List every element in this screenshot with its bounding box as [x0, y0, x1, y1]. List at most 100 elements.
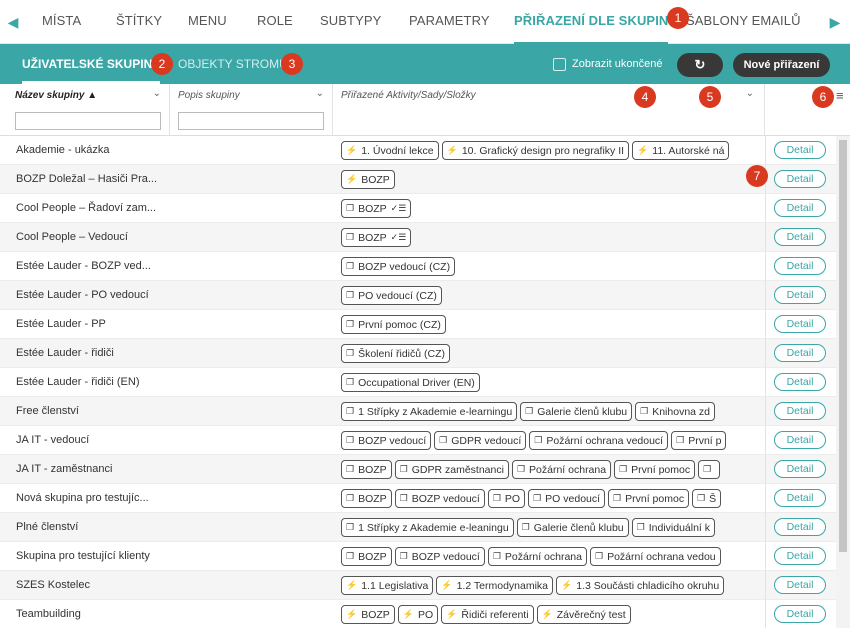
table-row[interactable]: Estée Lauder - PP ❐ První pomoc (CZ) Detail — [0, 310, 836, 339]
assignment-tag[interactable]: ⚡ Řidiči referenti — [441, 605, 534, 624]
detail-button[interactable]: Detail — [774, 257, 826, 275]
refresh-button[interactable]: ↻ — [677, 53, 723, 77]
table-row[interactable]: Plné členství ❐ 1 Střípky z Akademie e-lea… — [0, 513, 836, 542]
column-header-description[interactable]: Popis skupiny ⌄ — [170, 84, 333, 136]
assignment-tag[interactable]: ❐ BOZP ✓☰ — [341, 228, 412, 247]
table-row[interactable]: Teambuilding ⚡ BOZP ⚡ PO ⚡ Řidiči referenti ⚡ Zá… — [0, 600, 836, 628]
tab-menu[interactable]: MENU — [188, 0, 227, 44]
assignment-tag[interactable]: ❐ — [698, 460, 721, 479]
assignment-tag[interactable]: ❐ BOZP — [341, 460, 392, 479]
scrollbar-thumb[interactable] — [839, 140, 847, 552]
name-filter-input[interactable] — [15, 112, 161, 130]
assignment-tag[interactable]: ⚡ 1. Úvodní lekce — [341, 141, 439, 160]
assignment-tag[interactable]: ❐ BOZP ✓☰ — [341, 199, 412, 218]
assignment-tag[interactable]: ❐ Knihovna zd — [635, 402, 716, 421]
tab-stitky[interactable]: ŠTÍTKY — [116, 0, 162, 44]
tab-sablony-emailu[interactable]: ŠABLONY EMAILŮ — [686, 0, 801, 44]
chevron-down-icon[interactable]: ⌄ — [153, 88, 161, 99]
tab-role[interactable]: ROLE — [257, 0, 293, 44]
detail-button[interactable]: Detail — [774, 286, 826, 304]
tab-subtypy[interactable]: SUBTYPY — [320, 0, 381, 44]
assignment-tag[interactable]: ❐ Occupational Driver (EN) — [341, 373, 480, 392]
assignment-tag[interactable]: ⚡ 1.2 Termodynamika — [436, 576, 554, 595]
detail-button[interactable]: Detail — [774, 576, 826, 594]
chevron-down-icon[interactable]: ⌄ — [316, 88, 324, 99]
assignment-tag[interactable]: ❐ Galerie členů klubu — [516, 518, 629, 537]
assignment-tag[interactable]: ❐ První pomoc — [614, 460, 696, 479]
assignment-tag[interactable]: ❐ Požární ochrana vedoucí — [529, 431, 669, 450]
tab-mista[interactable]: MÍSTA — [42, 0, 81, 44]
detail-button[interactable]: Detail — [774, 460, 826, 478]
assignment-tag[interactable]: ⚡ BOZP — [341, 170, 395, 189]
column-header-name[interactable]: Název skupiny ▲ ⌄ — [0, 84, 170, 136]
table-row[interactable]: Cool People – Řadoví zam... ❐ BOZP ✓☰ Detail — [0, 194, 836, 223]
assignment-tag[interactable]: ❐ BOZP — [341, 489, 392, 508]
assignment-tag[interactable]: ❐ BOZP vedoucí (CZ) — [341, 257, 456, 276]
assignment-tag[interactable]: ❐ První pomoc (CZ) — [341, 315, 446, 334]
detail-button[interactable]: Detail — [774, 605, 826, 623]
detail-button[interactable]: Detail — [774, 373, 826, 391]
table-row[interactable]: BOZP Doležal – Hasiči Pra... ⚡ BOZP Detail — [0, 165, 836, 194]
detail-button[interactable]: Detail — [774, 547, 826, 565]
detail-button[interactable]: Detail — [774, 199, 826, 217]
assignment-tag[interactable]: ❐ GDPR vedoucí — [434, 431, 527, 450]
assignment-tag[interactable]: ❐ Š — [692, 489, 722, 508]
table-row[interactable]: Akademie - ukázka ⚡ 1. Úvodní lekce ⚡ 10. Gr… — [0, 136, 836, 165]
chevron-down-icon[interactable]: ⌄ — [746, 88, 754, 99]
table-row[interactable]: Skupina pro testující klienty ❐ BOZP ❐ BOZP … — [0, 542, 836, 571]
table-row[interactable]: JA IT - zaměstnanci ❐ BOZP ❐ GDPR zaměstnanc… — [0, 455, 836, 484]
assignment-tag[interactable]: ⚡ PO — [397, 605, 439, 624]
chevron-right-icon[interactable]: ▶ — [820, 0, 850, 44]
assignment-tag[interactable]: ❐ PO vedoucí — [528, 489, 606, 508]
tab-uzivatelske-skupiny[interactable]: UŽIVATELSKÉ SKUPINY — [22, 44, 161, 84]
table-row[interactable]: Estée Lauder - řidiči ❐ Školení řidičů (CZ… — [0, 339, 836, 368]
new-assignment-button[interactable]: Nové přiřazení — [733, 53, 830, 77]
assignment-tag[interactable]: ❐ 1 Střípky z Akademie e-leaningu — [341, 518, 514, 537]
assignment-tag[interactable]: ❐ 1 Střípky z Akademie e-learningu — [341, 402, 518, 421]
show-ended-toggle[interactable]: Zobrazit ukončené — [553, 56, 663, 72]
table-row[interactable]: Estée Lauder - BOZP ved... ❐ BOZP vedoucí … — [0, 252, 836, 281]
assignment-tag[interactable]: ❐ Školení řidičů (CZ) — [341, 344, 451, 363]
assignment-tag[interactable]: ❐ Požární ochrana vedou — [589, 547, 721, 566]
assignment-tag[interactable]: ❐ BOZP — [341, 547, 392, 566]
detail-button[interactable]: Detail — [774, 315, 826, 333]
tab-parametry[interactable]: PARAMETRY — [409, 0, 490, 44]
tab-objekty-stromu[interactable]: OBJEKTY STROMU — [178, 44, 288, 84]
column-menu-icon[interactable]: ≡ — [836, 88, 844, 103]
table-row[interactable]: Cool People – Vedoucí ❐ BOZP ✓☰ Detail — [0, 223, 836, 252]
table-row[interactable]: Estée Lauder - řidiči (EN) ❐ Occupational … — [0, 368, 836, 397]
detail-button[interactable]: Detail — [774, 141, 826, 159]
detail-button[interactable]: Detail — [774, 431, 826, 449]
assignment-tag[interactable]: ❐ Galerie členů klubu — [520, 402, 633, 421]
tab-prirazeni-dle-skupin[interactable]: PŘIŘAZENÍ DLE SKUPIN — [514, 0, 669, 44]
assignment-tag[interactable]: ❐ PO vedoucí (CZ) — [341, 286, 442, 305]
show-ended-checkbox[interactable] — [553, 57, 566, 71]
table-row[interactable]: Nová skupina pro testujíc... ❐ BOZP ❐ BOZP v… — [0, 484, 836, 513]
assignment-tag[interactable]: ❐ Požární ochrana — [511, 460, 612, 479]
assignment-tag[interactable]: ⚡ 1.3 Součásti chladicího okruhu — [556, 576, 725, 595]
assignment-tag[interactable]: ❐ BOZP vedoucí — [394, 489, 485, 508]
chevron-left-icon[interactable]: ◀ — [0, 0, 26, 44]
assignment-tag[interactable]: ⚡ 1.1 Legislativa — [341, 576, 434, 595]
assignment-tag[interactable]: ⚡ 10. Grafický design pro negrafiky II — [441, 141, 630, 160]
assignment-tag[interactable]: ⚡ BOZP — [341, 605, 395, 624]
detail-button[interactable]: Detail — [774, 228, 826, 246]
assignment-tag[interactable]: ❐ PO — [487, 489, 526, 508]
detail-button[interactable]: Detail — [774, 489, 826, 507]
assignment-tag[interactable]: ❐ Požární ochrana — [487, 547, 587, 566]
assignment-tag[interactable]: ⚡ Závěrečný test — [536, 605, 631, 624]
description-filter-input[interactable] — [178, 112, 324, 130]
table-row[interactable]: Free členství ❐ 1 Střípky z Akademie e-lea… — [0, 397, 836, 426]
assignment-tag[interactable]: ❐ BOZP vedoucí — [394, 547, 485, 566]
table-row[interactable]: Estée Lauder - PO vedoucí ❐ PO vedoucí (CZ… — [0, 281, 836, 310]
assignment-tag[interactable]: ❐ První pomoc — [608, 489, 690, 508]
detail-button[interactable]: Detail — [774, 170, 826, 188]
assignment-tag[interactable]: ❐ GDPR zaměstnanci — [394, 460, 509, 479]
assignment-tag[interactable]: ❐ Individuální k — [631, 518, 716, 537]
table-row[interactable]: JA IT - vedoucí ❐ BOZP vedoucí ❐ GDPR vedouc… — [0, 426, 836, 455]
detail-button[interactable]: Detail — [774, 518, 826, 536]
detail-button[interactable]: Detail — [774, 344, 826, 362]
detail-button[interactable]: Detail — [774, 402, 826, 420]
table-row[interactable]: SZES Kostelec ⚡ 1.1 Legislativa ⚡ 1.2 Termod… — [0, 571, 836, 600]
assignment-tag[interactable]: ⚡ 11. Autorské ná — [632, 141, 730, 160]
